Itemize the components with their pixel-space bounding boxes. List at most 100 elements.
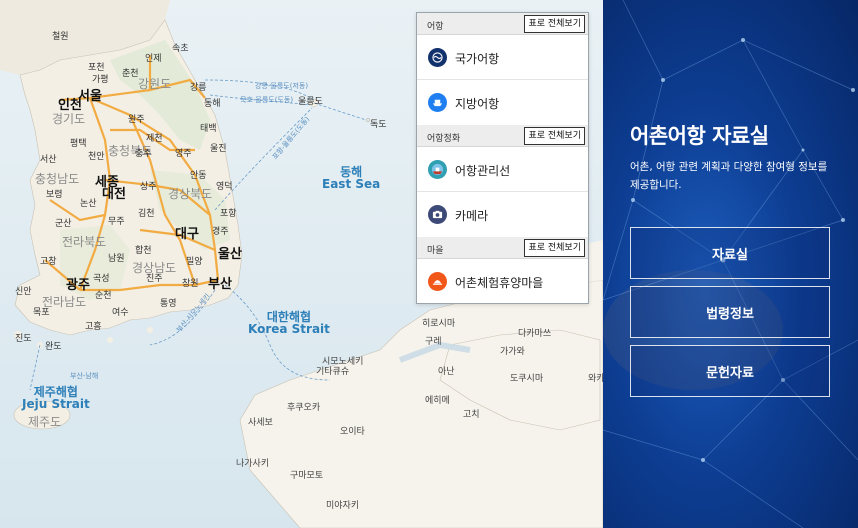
layer-item-national-port[interactable]: 국가어항 (417, 35, 588, 80)
place-label: 충주 (135, 149, 152, 159)
place-label: 포항 (220, 209, 237, 219)
sea-label: 동해 East Sea (322, 165, 381, 191)
place-label: 밀양 (186, 257, 203, 267)
japan-place-label: 오이타 (340, 427, 365, 437)
place-label: 창원 (182, 279, 199, 289)
view-table-button[interactable]: 표로 전체보기 (524, 15, 585, 33)
place-label: 안동 (190, 171, 207, 181)
ferry-route-label: 부산-남해 (70, 372, 99, 380)
place-label: 진도 (15, 334, 32, 344)
city-label: 서울 (78, 89, 102, 104)
japan-place-label: 미야자키 (326, 501, 360, 511)
section-header-village: 마을 표로 전체보기 (417, 237, 588, 259)
section-title: 마을 (427, 246, 444, 256)
place-label: 논산 (80, 199, 97, 209)
japan-place-label: 기타큐슈 (316, 367, 350, 377)
place-label: 고흥 (85, 322, 102, 332)
island-label: 독도 (370, 120, 387, 130)
layer-item-label: 지방어항 (455, 97, 500, 111)
place-label: 여수 (112, 308, 129, 318)
city-label: 대전 (102, 187, 126, 202)
section-title: 어항정화 (427, 134, 461, 144)
place-label: 군산 (55, 219, 72, 229)
japan-place-label: 가가와 (500, 347, 525, 357)
camera-icon (428, 205, 447, 224)
layer-item-fishing-village[interactable]: 어촌체험휴양마을 (417, 259, 588, 304)
japan-place-label: 히로시마 (422, 319, 456, 329)
national-port-icon (428, 48, 447, 67)
region-label: 경상북도 (168, 187, 213, 201)
section-header-cleanup: 어항정화 표로 전체보기 (417, 125, 588, 147)
ferry-route-label: 강릉-울릉도(저동) (255, 82, 309, 90)
layer-item-label: 어촌체험휴양마을 (455, 276, 544, 290)
city-label: 대구 (175, 227, 199, 242)
place-label: 곡성 (93, 274, 110, 284)
place-label: 울진 (210, 144, 227, 154)
place-label: 제천 (146, 134, 163, 144)
village-icon (428, 272, 447, 291)
place-label: 남원 (108, 254, 125, 264)
japan-place-label: 후쿠오카 (287, 403, 321, 413)
layer-item-camera[interactable]: 카메라 (417, 192, 588, 237)
archive-sidebar: 어촌어항 자료실 어촌, 어항 관련 계획과 다양한 참여형 정보를 제공합니다… (603, 0, 858, 528)
region-label: 경기도 (52, 112, 86, 126)
place-label: 완도 (45, 342, 62, 352)
sea-label: 대한해협 Korea Strait (248, 310, 330, 336)
place-label: 강릉 (190, 83, 207, 93)
place-label: 영주 (175, 149, 192, 159)
view-table-button[interactable]: 표로 전체보기 (524, 127, 585, 145)
place-label: 천안 (88, 152, 105, 162)
japan-place-label: 구레 (425, 337, 442, 347)
place-label: 경주 (212, 227, 229, 237)
local-port-icon (428, 93, 447, 112)
japan-place-label: 고치 (463, 410, 480, 420)
place-label: 가평 (92, 75, 109, 85)
region-label: 제주도 (28, 415, 62, 429)
place-label: 목포 (33, 308, 50, 318)
law-info-button[interactable]: 법령정보 (630, 286, 830, 338)
place-label: 영덕 (216, 182, 233, 192)
japan-place-label: 다카마쓰 (518, 329, 552, 339)
layer-item-local-port[interactable]: 지방어항 (417, 80, 588, 125)
place-label: 동해 (204, 99, 221, 109)
region-label: 전라북도 (62, 235, 107, 249)
place-label: 태백 (200, 124, 217, 134)
city-label: 광주 (66, 278, 90, 293)
layer-item-label: 어항관리선 (455, 164, 511, 178)
region-label: 경상남도 (132, 261, 177, 275)
section-header-port: 어항 표로 전체보기 (417, 13, 588, 35)
archive-description: 어촌, 어항 관련 계획과 다양한 참여형 정보를 제공합니다. (630, 161, 828, 191)
place-label: 진주 (146, 274, 163, 284)
place-label: 철원 (52, 32, 69, 42)
ferry-route-label: 묵호-울릉도(도동) (240, 96, 294, 104)
japan-place-label: 나가사키 (236, 459, 270, 469)
place-label: 김천 (138, 209, 155, 219)
japan-place-label: 사세보 (248, 418, 273, 428)
layer-item-management-ship[interactable]: 어항관리선 (417, 147, 588, 192)
japan-place-label: 도쿠시마 (510, 374, 544, 384)
sea-label: 제주해협 Jeju Strait (22, 385, 90, 411)
layer-item-label: 카메라 (455, 209, 489, 223)
layer-panel: 어항 표로 전체보기 국가어항 지방어항 어항정화 표로 전체보기 어항관리선 … (416, 12, 589, 304)
place-label: 통영 (160, 299, 177, 309)
place-label: 무주 (108, 217, 125, 227)
place-label: 인제 (145, 54, 162, 64)
japan-place-label: 시모노세키 (322, 357, 364, 367)
place-label: 서산 (40, 155, 57, 165)
japan-place-label: 아난 (438, 367, 455, 377)
management-ship-icon (428, 160, 447, 179)
japan-place-label: 구마모토 (290, 471, 324, 481)
place-label: 춘천 (122, 69, 139, 79)
japan-place-label: 와카 (588, 374, 603, 384)
place-label: 속초 (172, 44, 189, 54)
place-label: 포천 (88, 63, 105, 73)
place-label: 원주 (128, 115, 145, 125)
island-label: 울릉도 (298, 97, 323, 107)
literature-button[interactable]: 문헌자료 (630, 345, 830, 397)
place-label: 신안 (15, 287, 32, 297)
section-title: 어항 (427, 22, 444, 32)
archive-button[interactable]: 자료실 (630, 227, 830, 279)
view-table-button[interactable]: 표로 전체보기 (524, 239, 585, 257)
region-label: 전라남도 (42, 295, 87, 309)
place-label: 순천 (95, 291, 112, 301)
